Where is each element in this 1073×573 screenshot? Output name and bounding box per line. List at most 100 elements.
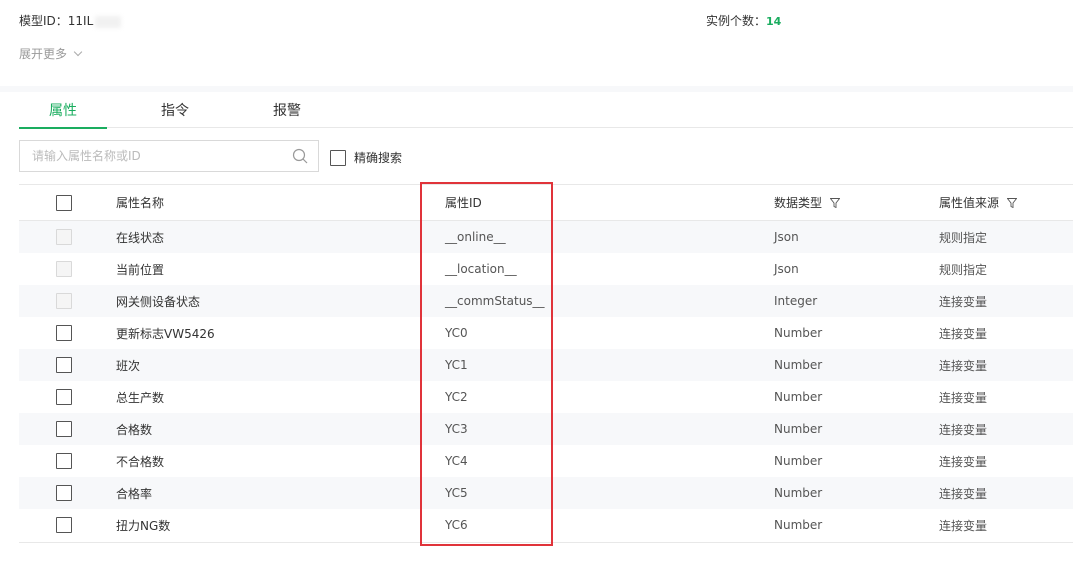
row-checkbox-cell xyxy=(56,349,72,381)
property-type: Json xyxy=(774,230,799,244)
chevron-down-icon xyxy=(73,47,83,57)
table-row[interactable]: 网关侧设备状态 __commStatus__ Integer 连接变量 xyxy=(19,285,1073,317)
row-checkbox[interactable] xyxy=(56,421,72,437)
table-row[interactable]: 扭力NG数 YC6 Number 连接变量 xyxy=(19,509,1073,541)
filter-icon[interactable] xyxy=(830,197,841,208)
column-header-id: 属性ID xyxy=(445,196,482,210)
property-source: 连接变量 xyxy=(939,326,988,341)
property-source: 连接变量 xyxy=(939,518,988,533)
row-checkbox xyxy=(56,229,72,245)
tab-commands[interactable]: 指令 xyxy=(131,100,219,128)
filter-icon[interactable] xyxy=(1007,197,1018,208)
row-checkbox[interactable] xyxy=(56,485,72,501)
row-checkbox-cell xyxy=(56,477,72,509)
property-id: __commStatus__ xyxy=(445,294,545,308)
row-checkbox[interactable] xyxy=(56,357,72,373)
exact-search-checkbox[interactable] xyxy=(330,149,346,166)
property-name: 总生产数 xyxy=(116,390,165,405)
property-name: 在线状态 xyxy=(116,230,165,245)
model-id: 模型ID：11IL xyxy=(19,12,122,29)
row-checkbox-cell xyxy=(56,381,72,413)
select-all-checkbox[interactable] xyxy=(56,194,72,211)
row-checkbox-cell xyxy=(56,253,72,285)
column-header-type: 数据类型 xyxy=(774,185,841,220)
property-id: YC0 xyxy=(445,326,468,340)
property-type: Number xyxy=(774,358,823,372)
table-row[interactable]: 不合格数 YC4 Number 连接变量 xyxy=(19,445,1073,477)
property-type: Integer xyxy=(774,294,818,308)
property-type: Number xyxy=(774,454,823,468)
property-name: 扭力NG数 xyxy=(116,518,171,533)
row-checkbox[interactable] xyxy=(56,389,72,405)
property-type: Number xyxy=(774,486,823,500)
property-source: 连接变量 xyxy=(939,294,988,309)
table-bottom-border xyxy=(19,542,1073,543)
table-row[interactable]: 班次 YC1 Number 连接变量 xyxy=(19,349,1073,381)
property-id: YC1 xyxy=(445,358,468,372)
property-source: 规则指定 xyxy=(939,230,988,245)
row-checkbox[interactable] xyxy=(56,453,72,469)
expand-more-label: 展开更多 xyxy=(19,47,68,61)
tab-bar: 属性 指令 报警 xyxy=(19,92,1073,129)
search-input[interactable] xyxy=(20,141,280,171)
property-id: __location__ xyxy=(445,262,517,276)
property-name: 网关侧设备状态 xyxy=(116,294,201,309)
row-checkbox-cell xyxy=(56,413,72,445)
property-name: 当前位置 xyxy=(116,262,165,277)
property-type: Number xyxy=(774,326,823,340)
row-checkbox-cell xyxy=(56,285,72,317)
table-row[interactable]: 总生产数 YC2 Number 连接变量 xyxy=(19,381,1073,413)
row-checkbox[interactable] xyxy=(56,325,72,341)
property-source: 连接变量 xyxy=(939,454,988,469)
row-checkbox-cell xyxy=(56,221,72,253)
property-id: YC5 xyxy=(445,486,468,500)
property-type: Number xyxy=(774,422,823,436)
search-icon[interactable] xyxy=(292,148,308,164)
instance-label: 实例个数： xyxy=(706,14,767,28)
tab-properties[interactable]: 属性 xyxy=(19,100,107,129)
property-name: 更新标志VW5426 xyxy=(116,326,215,341)
row-checkbox-cell xyxy=(56,445,72,477)
instance-count: 14 xyxy=(766,15,782,28)
property-source: 连接变量 xyxy=(939,486,988,501)
row-checkbox[interactable] xyxy=(56,517,72,533)
table-row[interactable]: 在线状态 __online__ Json 规则指定 xyxy=(19,221,1073,253)
property-id: YC2 xyxy=(445,390,468,404)
property-source: 规则指定 xyxy=(939,262,988,277)
row-checkbox-cell xyxy=(56,509,72,541)
row-checkbox-cell xyxy=(56,317,72,349)
expand-more-toggle[interactable]: 展开更多 xyxy=(19,45,83,62)
table-row[interactable]: 合格数 YC3 Number 连接变量 xyxy=(19,413,1073,445)
row-checkbox xyxy=(56,293,72,309)
table-header: 属性名称 属性ID 数据类型 属性值来源 xyxy=(19,185,1073,221)
table-row[interactable]: 合格率 YC5 Number 连接变量 xyxy=(19,477,1073,509)
property-name: 合格数 xyxy=(116,422,153,437)
property-id: __online__ xyxy=(445,230,506,244)
model-id-text: 模型ID：11IL xyxy=(19,14,94,28)
property-id: YC3 xyxy=(445,422,468,436)
table-row[interactable]: 更新标志VW5426 YC0 Number 连接变量 xyxy=(19,317,1073,349)
table-row[interactable]: 当前位置 __location__ Json 规则指定 xyxy=(19,253,1073,285)
tab-alarms[interactable]: 报警 xyxy=(243,100,331,128)
property-name: 班次 xyxy=(116,358,141,373)
row-checkbox xyxy=(56,261,72,277)
column-header-name: 属性名称 xyxy=(116,196,165,210)
properties-table: 属性名称 属性ID 数据类型 属性值来源 在线状态 __online__ Jso… xyxy=(19,184,1073,541)
column-header-source-label: 属性值来源 xyxy=(939,196,1000,210)
redacted-block xyxy=(95,15,122,28)
header-checkbox-cell xyxy=(56,185,72,220)
property-source: 连接变量 xyxy=(939,390,988,405)
property-id: YC4 xyxy=(445,454,468,468)
exact-search-label: 精确搜索 xyxy=(354,151,403,165)
property-type: Number xyxy=(774,390,823,404)
property-type: Json xyxy=(774,262,799,276)
search-box xyxy=(19,140,319,172)
exact-search-option[interactable]: 精确搜索 xyxy=(330,149,402,166)
column-header-type-label: 数据类型 xyxy=(774,196,823,210)
property-type: Number xyxy=(774,518,823,532)
property-name: 合格率 xyxy=(116,486,153,501)
instance-count-info: 实例个数：14 xyxy=(706,12,781,29)
property-name: 不合格数 xyxy=(116,454,165,469)
property-source: 连接变量 xyxy=(939,422,988,437)
property-source: 连接变量 xyxy=(939,358,988,373)
